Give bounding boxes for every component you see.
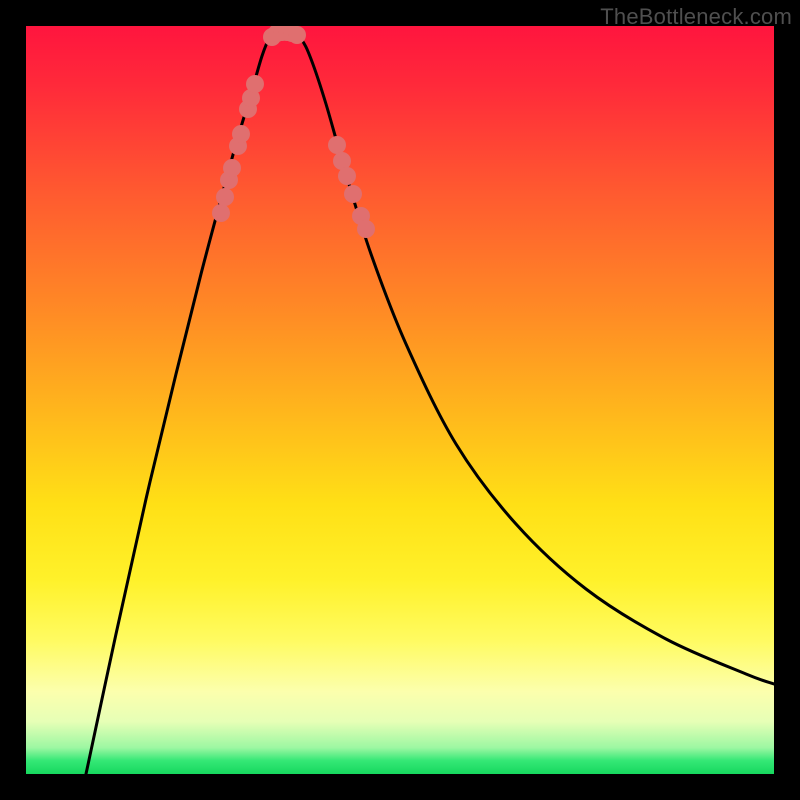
- highlight-dot: [344, 185, 362, 203]
- highlight-dot: [357, 220, 375, 238]
- curve-svg: [26, 26, 774, 774]
- highlight-dots: [212, 26, 375, 238]
- highlight-dot: [246, 75, 264, 93]
- highlight-dot: [288, 26, 306, 44]
- highlight-dot: [328, 136, 346, 154]
- bottleneck-curve: [86, 29, 774, 774]
- chart-frame: TheBottleneck.com: [0, 0, 800, 800]
- highlight-dot: [232, 125, 250, 143]
- highlight-dot: [338, 167, 356, 185]
- highlight-dot: [212, 204, 230, 222]
- highlight-dot: [223, 159, 241, 177]
- plot-area: [26, 26, 774, 774]
- highlight-dot: [216, 188, 234, 206]
